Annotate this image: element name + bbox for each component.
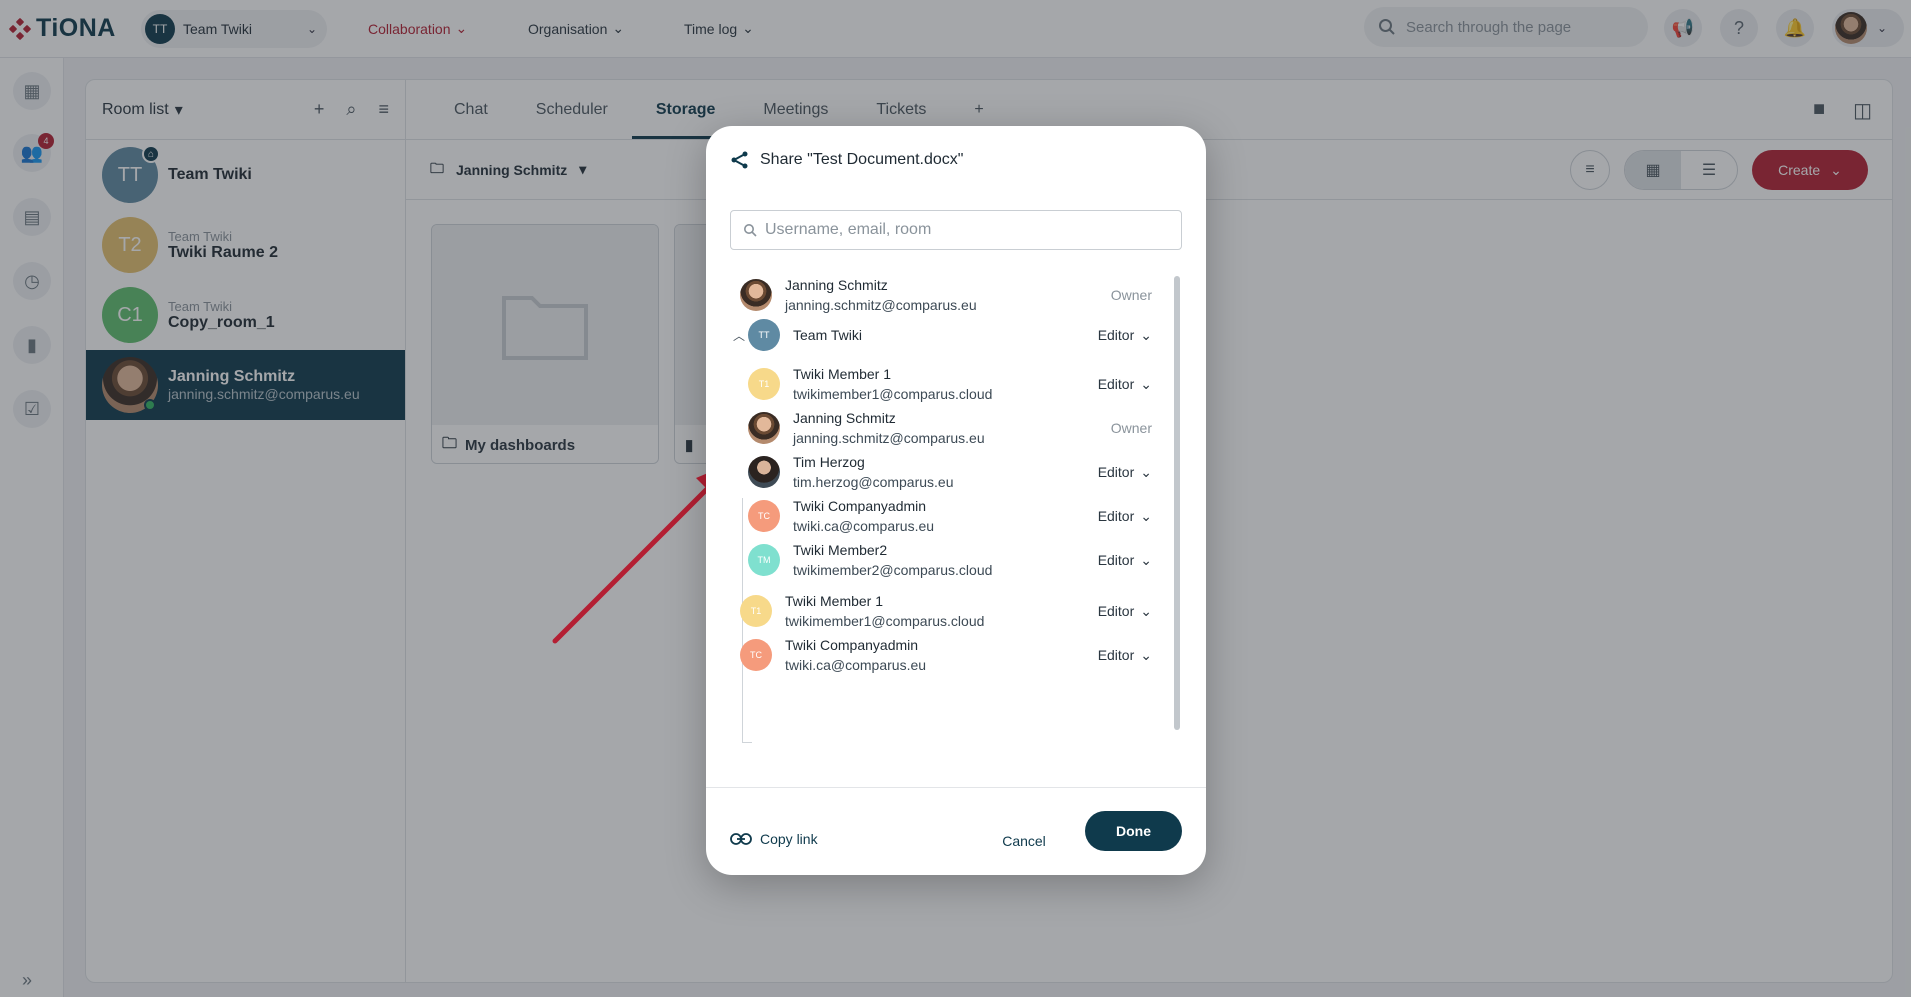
entry-name: Team Twiki (793, 327, 862, 343)
user-avatar (748, 412, 780, 444)
search-icon (744, 224, 757, 237)
user-avatar: TM (748, 544, 780, 576)
role-label: Owner (1110, 287, 1152, 303)
role-value: Editor (1097, 327, 1135, 343)
role-value: Editor (1097, 464, 1135, 480)
user-avatar: T1 (740, 595, 772, 627)
role-dropdown[interactable]: Editor ⌄ (1098, 603, 1152, 620)
group-avatar: TT (748, 319, 780, 351)
copy-link-label: Copy link (760, 831, 818, 847)
chevron-down-icon: ⌄ (1140, 463, 1152, 480)
role-dropdown[interactable]: Editor ⌄ (1098, 552, 1152, 569)
share-entry: TM Twiki Member2 twikimember2@comparus.cl… (730, 533, 1170, 587)
role-value: Editor (1097, 508, 1135, 524)
entry-name: Tim Herzog (793, 454, 865, 470)
cancel-button[interactable]: Cancel (986, 821, 1062, 861)
entry-name: Twiki Member2 (793, 542, 888, 558)
user-avatar: T1 (748, 368, 780, 400)
share-icon (731, 151, 748, 169)
entry-name: Twiki Companyadmin (785, 637, 919, 653)
chevron-down-icon: ⌄ (1140, 375, 1152, 392)
entry-name: Janning Schmitz (793, 410, 896, 426)
tree-line (742, 742, 752, 743)
entry-name: Twiki Member 1 (785, 593, 884, 609)
user-avatar (740, 279, 772, 311)
share-dialog: Share "Test Document.docx" Janning Schmi… (706, 126, 1206, 875)
role-value: Editor (1097, 376, 1135, 392)
dialog-title-text: Share "Test Document.docx" (760, 151, 964, 168)
role-dropdown[interactable]: Editor ⌄ (1098, 327, 1152, 344)
entry-name: Janning Schmitz (785, 277, 888, 293)
entry-name: Twiki Member 1 (793, 366, 892, 382)
role-dropdown[interactable]: Editor ⌄ (1098, 647, 1152, 664)
share-search-field[interactable] (730, 210, 1182, 250)
role-dropdown[interactable]: Editor ⌄ (1098, 376, 1152, 393)
entry-email: twiki.ca@comparus.eu (785, 657, 927, 673)
entry-name: Twiki Companyadmin (793, 498, 927, 514)
entry-email: twikimember2@comparus.cloud (793, 562, 993, 578)
share-list: Janning Schmitz janning.schmitz@comparus.… (730, 268, 1182, 770)
dialog-divider (706, 787, 1206, 788)
chevron-down-icon: ⌄ (1140, 646, 1152, 663)
dialog-title: Share "Test Document.docx" (730, 150, 963, 170)
chevron-down-icon: ⌄ (1140, 326, 1152, 343)
user-avatar: TC (748, 500, 780, 532)
copy-link-button[interactable]: Copy link (730, 831, 818, 847)
done-button[interactable]: Done (1085, 811, 1182, 851)
chevron-down-icon: ⌄ (1140, 507, 1152, 524)
share-entry-group: ︿ TT Team Twiki Editor ⌄ (730, 308, 1170, 362)
share-entry: TC Twiki Companyadmin twiki.ca@comparus.e… (730, 628, 1170, 682)
share-search-input[interactable] (765, 221, 1169, 239)
role-label: Owner (1110, 420, 1152, 436)
chevron-down-icon: ⌄ (1140, 551, 1152, 568)
role-value: Editor (1097, 603, 1135, 619)
role-value: Editor (1097, 647, 1135, 663)
chevron-down-icon: ⌄ (1140, 602, 1152, 619)
role-dropdown[interactable]: Editor ⌄ (1098, 508, 1152, 525)
role-dropdown[interactable]: Editor ⌄ (1098, 464, 1152, 481)
role-value: Editor (1097, 552, 1135, 568)
scrollbar-thumb[interactable] (1174, 276, 1180, 730)
list-scrollbar[interactable] (1172, 268, 1182, 770)
user-avatar (748, 456, 780, 488)
user-avatar: TC (740, 639, 772, 671)
link-icon (730, 833, 752, 845)
chevron-up-icon[interactable]: ︿ (730, 327, 748, 344)
